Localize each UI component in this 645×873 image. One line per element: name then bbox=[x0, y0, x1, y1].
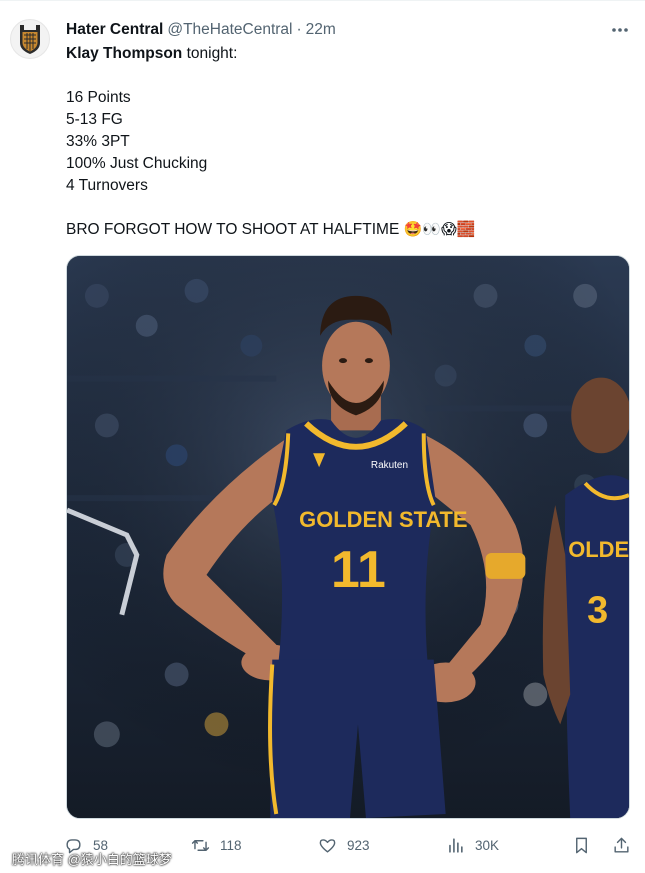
retweet-count: 118 bbox=[220, 837, 242, 853]
share-button[interactable] bbox=[612, 833, 631, 857]
views-button[interactable]: 30K bbox=[446, 833, 499, 857]
player-name[interactable]: Klay Thompson bbox=[66, 45, 182, 62]
jersey-text: GOLDEN STATE bbox=[299, 507, 467, 532]
reply-count: 58 bbox=[93, 837, 109, 853]
teammate-jersey-text: OLDEN STA bbox=[568, 537, 629, 562]
tweet-text: Klay Thompson tonight: 16 Points 5-13 FG… bbox=[66, 43, 626, 241]
tweet-intro-line: Klay Thompson tonight: bbox=[66, 43, 626, 65]
emoji-group: 🤩👀😱🧱 bbox=[403, 221, 476, 238]
jersey-number: 11 bbox=[331, 540, 386, 598]
more-options-button[interactable] bbox=[609, 19, 631, 41]
reply-bubble-icon bbox=[66, 838, 81, 853]
more-dots-icon bbox=[612, 28, 628, 32]
stat-line: 33% 3PT bbox=[66, 133, 130, 150]
like-button[interactable]: 923 bbox=[318, 833, 370, 857]
team-shield-logo bbox=[20, 25, 40, 54]
stat-line: 16 Points bbox=[66, 89, 131, 106]
author-handle[interactable]: @TheHateCentral bbox=[167, 21, 292, 39]
stat-line: 100% Just Chucking bbox=[66, 155, 208, 172]
header-separator: · bbox=[296, 21, 302, 38]
stat-line: 4 Turnovers bbox=[66, 177, 148, 194]
author-avatar[interactable] bbox=[10, 19, 50, 59]
views-count: 30K bbox=[475, 837, 500, 853]
teammate-jersey-number: 3 bbox=[587, 590, 608, 632]
author-display-name[interactable]: Hater Central bbox=[66, 21, 163, 39]
reply-button[interactable]: 58 bbox=[64, 833, 108, 857]
tweet-photo[interactable]: OLDEN STA 3 GOLDEN STATE bbox=[66, 255, 630, 819]
jersey-sponsor: Rakuten bbox=[371, 460, 408, 471]
heart-icon bbox=[319, 838, 336, 853]
tweet-closing-line: BRO FORGOT HOW TO SHOOT AT HALFTIME 🤩👀😱🧱 bbox=[66, 219, 626, 241]
tweet-header: Hater Central @TheHateCentral · 22m bbox=[66, 19, 631, 41]
tweet-actions-bar: 58 118 923 30K bbox=[64, 833, 634, 857]
like-count: 923 bbox=[347, 837, 370, 853]
retweet-button[interactable]: 118 bbox=[191, 833, 242, 857]
share-icon bbox=[614, 837, 629, 853]
basketball-photo: OLDEN STA 3 GOLDEN STATE bbox=[67, 256, 629, 818]
bookmark-icon bbox=[576, 837, 587, 853]
stat-line: 5-13 FG bbox=[66, 111, 123, 128]
views-chart-icon bbox=[449, 837, 463, 853]
tweet-card[interactable]: Hater Central @TheHateCentral · 22m Klay… bbox=[0, 0, 645, 873]
retweet-icon bbox=[191, 839, 210, 851]
intro-rest: tonight: bbox=[182, 45, 238, 62]
bookmark-button[interactable] bbox=[572, 833, 591, 857]
closing-text: BRO FORGOT HOW TO SHOOT AT HALFTIME bbox=[66, 221, 400, 238]
tweet-timestamp[interactable]: 22m bbox=[306, 21, 336, 39]
